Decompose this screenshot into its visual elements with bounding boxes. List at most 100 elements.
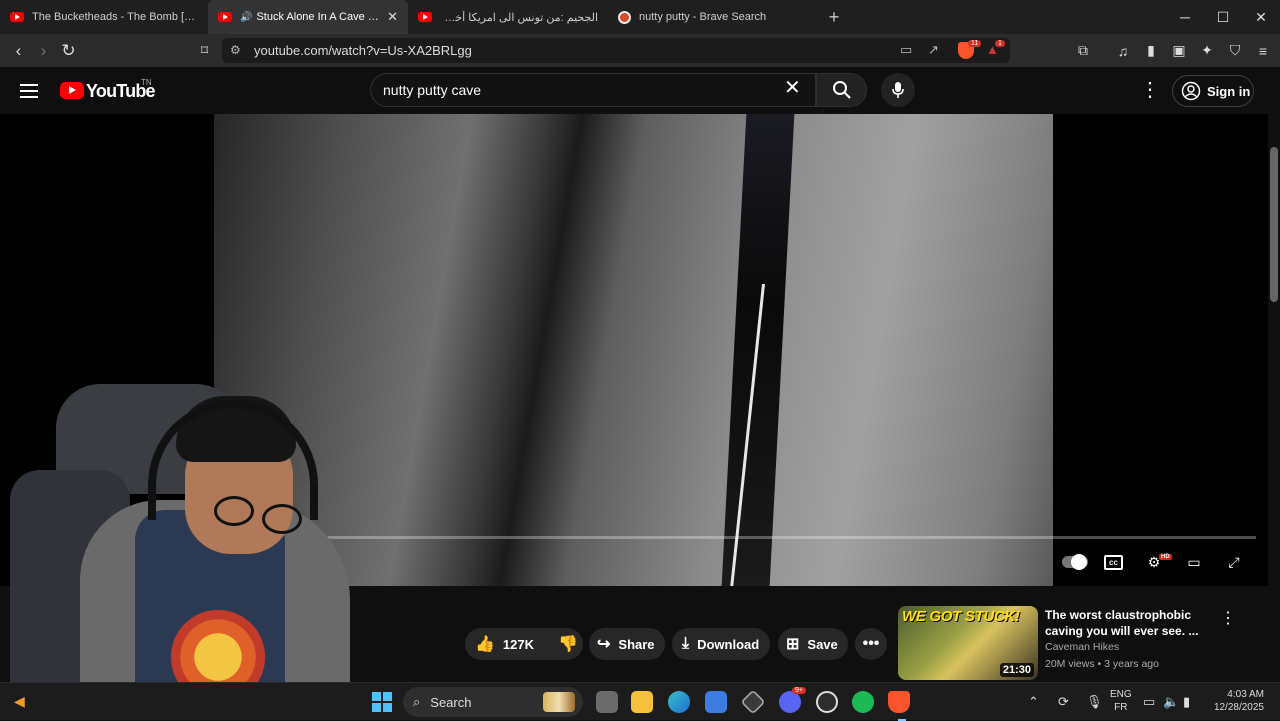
video-options-kebab-icon[interactable]: ⋮ bbox=[1220, 608, 1236, 628]
menu-icon[interactable]: ≡ bbox=[1254, 43, 1272, 59]
task-view-icon[interactable] bbox=[596, 691, 618, 713]
tab-title: الجحيم :من تونس الى امريكا أخطر طري bbox=[440, 11, 598, 24]
search-query: nutty putty cave bbox=[383, 82, 482, 98]
tab-arabic-video[interactable]: الجحيم :من تونس الى امريكا أخطر طري bbox=[408, 0, 608, 34]
new-tab-button[interactable]: + bbox=[822, 7, 846, 28]
clock-date: 12/28/2025 bbox=[1213, 702, 1264, 713]
tab-title: Stuck Alone In A Cave - Anxie bbox=[256, 11, 379, 23]
file-explorer-icon[interactable] bbox=[631, 691, 653, 713]
share-page-icon[interactable]: ↗ bbox=[928, 42, 939, 58]
search-button[interactable] bbox=[816, 73, 867, 107]
url-text: youtube.com/watch?v=Us-XA2BRLgg bbox=[254, 43, 472, 58]
search-highlight-icon bbox=[543, 692, 575, 712]
progress-bar[interactable] bbox=[320, 536, 1256, 539]
settings-kebab-icon[interactable]: ⋮ bbox=[1140, 80, 1160, 100]
brave-browser-icon[interactable] bbox=[888, 691, 910, 713]
more-actions-button[interactable]: ••• bbox=[855, 628, 887, 660]
video-duration: 21:30 bbox=[999, 663, 1034, 677]
vpn-icon[interactable]: ⛉ bbox=[1226, 42, 1244, 59]
rewards-badge: 1 bbox=[995, 40, 1005, 47]
search-input[interactable]: nutty putty cave bbox=[370, 73, 816, 107]
share-icon: ↪ bbox=[597, 636, 611, 653]
lang-line-1: ENG bbox=[1110, 689, 1132, 700]
tab-stuck-alone-in-a-cave[interactable]: 🔊 Stuck Alone In A Cave - Anxie ✕ bbox=[208, 0, 408, 34]
youtube-logo-icon[interactable] bbox=[60, 82, 84, 99]
glasses-image bbox=[262, 504, 302, 534]
battery-icon[interactable]: ▮ bbox=[1183, 694, 1203, 710]
start-button-icon[interactable] bbox=[372, 692, 392, 712]
youtube-favicon-icon bbox=[10, 12, 24, 22]
microsoft-store-icon[interactable] bbox=[705, 691, 727, 713]
tray-overflow-chevron-icon[interactable]: ⌃ bbox=[1028, 694, 1044, 710]
scrollbar-thumb[interactable] bbox=[1270, 147, 1278, 302]
menu-hamburger-icon[interactable] bbox=[20, 84, 38, 98]
tab-brave-search[interactable]: nutty putty - Brave Search bbox=[608, 0, 814, 34]
back-arrow-icon[interactable]: ‹ bbox=[6, 38, 31, 63]
dislike-icon[interactable]: 👎 bbox=[558, 634, 578, 654]
network-icon[interactable]: ▭ bbox=[1143, 694, 1163, 710]
minimize-button[interactable]: ─ bbox=[1166, 0, 1204, 34]
wallet-icon[interactable]: ▣ bbox=[1170, 42, 1188, 59]
audio-playing-icon[interactable]: 🔊 bbox=[240, 12, 252, 23]
taskbar-clock[interactable]: 4:03 AM 12/28/2025 bbox=[1208, 688, 1264, 714]
hd-badge: HD bbox=[1159, 554, 1172, 560]
captions-icon[interactable]: cc bbox=[1104, 555, 1123, 570]
obs-icon[interactable] bbox=[816, 691, 838, 713]
share-label: Share bbox=[618, 636, 655, 652]
search-icon bbox=[832, 81, 851, 99]
youtube-header: YouTube TN nutty putty cave ✕ ⋮ Sign in bbox=[0, 67, 1268, 114]
search-icon: ⌕ bbox=[413, 694, 421, 709]
input-language[interactable]: ENG FR bbox=[1110, 688, 1132, 714]
status-icons: ▭ 🔈 ▮ bbox=[1143, 683, 1203, 721]
window-controls: ─ ☐ ✕ bbox=[1166, 0, 1280, 34]
close-tab-icon[interactable]: ✕ bbox=[387, 9, 398, 25]
widgets-icon[interactable]: ◀ bbox=[14, 693, 25, 710]
leo-ai-icon[interactable]: ✦ bbox=[1198, 42, 1216, 59]
discord-icon[interactable] bbox=[779, 691, 801, 713]
theater-mode-icon[interactable]: ▭ bbox=[1182, 550, 1206, 574]
reload-icon[interactable]: ↻ bbox=[56, 38, 81, 63]
glasses-image bbox=[214, 496, 254, 526]
autoplay-toggle[interactable] bbox=[1062, 554, 1088, 570]
cast-icon[interactable]: ▭ bbox=[900, 42, 912, 58]
webcam-overlay bbox=[0, 380, 370, 720]
account-icon bbox=[1181, 81, 1201, 101]
share-button[interactable]: ↪ Share bbox=[589, 628, 665, 660]
maximize-button[interactable]: ☐ bbox=[1204, 0, 1242, 34]
edge-icon[interactable] bbox=[668, 691, 690, 713]
reader-mode-icon[interactable]: ⧉ bbox=[1074, 42, 1092, 59]
save-button[interactable]: ⊞ Save bbox=[778, 628, 848, 660]
tab-bucketheads[interactable]: The Bucketheads - The Bomb [These bbox=[0, 0, 208, 34]
voice-search-button[interactable] bbox=[881, 73, 915, 107]
url-field[interactable]: ⚙ youtube.com/watch?v=Us-XA2BRLgg ▭ ↗ 11… bbox=[222, 38, 1010, 63]
video-title[interactable]: The worst claustrophobic caving you will… bbox=[1045, 607, 1205, 639]
taskbar-search[interactable]: ⌕ Search bbox=[403, 687, 583, 717]
recommended-video[interactable]: WE GOT STUCK! 21:30 The worst claustroph… bbox=[898, 606, 1268, 682]
forward-arrow-icon[interactable]: › bbox=[31, 38, 56, 63]
tab-title: nutty putty - Brave Search bbox=[639, 11, 767, 23]
clock-time: 4:03 AM bbox=[1227, 689, 1264, 700]
app-cube-icon[interactable] bbox=[740, 689, 766, 715]
page-scrollbar[interactable] bbox=[1268, 67, 1280, 682]
channel-name[interactable]: Caveman Hikes bbox=[1045, 641, 1119, 653]
media-icon[interactable]: ♫ bbox=[1114, 43, 1132, 59]
like-icon[interactable]: 👍 bbox=[475, 634, 495, 654]
fullscreen-icon[interactable]: ⤢ bbox=[1222, 550, 1246, 574]
shields-count-badge: 11 bbox=[968, 40, 982, 47]
browser-tools: ⧉ ♫ ▮ ▣ ✦ ⛉ ≡ bbox=[1074, 34, 1272, 67]
windows-taskbar: ◀ ⌕ Search 9+ ⌃ ⟳ 🎙 ENG FR ▭ 🔈 ▮ 4:03 AM… bbox=[0, 682, 1280, 721]
volume-icon[interactable]: 🔈 bbox=[1163, 694, 1183, 710]
system-tray: ⌃ ⟳ 🎙 bbox=[1028, 683, 1108, 721]
sidebar-icon[interactable]: ▮ bbox=[1142, 42, 1160, 59]
site-info-icon[interactable]: ⚙ bbox=[230, 43, 241, 57]
download-button[interactable]: ⤓ Download bbox=[672, 628, 770, 660]
sync-icon[interactable]: ⟳ bbox=[1058, 694, 1086, 710]
spotify-icon[interactable] bbox=[852, 691, 874, 713]
microphone-tray-icon[interactable]: 🎙 bbox=[1086, 694, 1108, 710]
close-window-button[interactable]: ✕ bbox=[1242, 0, 1280, 34]
video-thumbnail[interactable]: WE GOT STUCK! 21:30 bbox=[898, 606, 1038, 680]
clear-search-icon[interactable]: ✕ bbox=[784, 75, 801, 100]
sign-in-button[interactable]: Sign in bbox=[1172, 75, 1254, 107]
bookmark-icon[interactable]: ⌑ bbox=[192, 38, 217, 63]
like-count[interactable]: 127K bbox=[503, 637, 534, 652]
